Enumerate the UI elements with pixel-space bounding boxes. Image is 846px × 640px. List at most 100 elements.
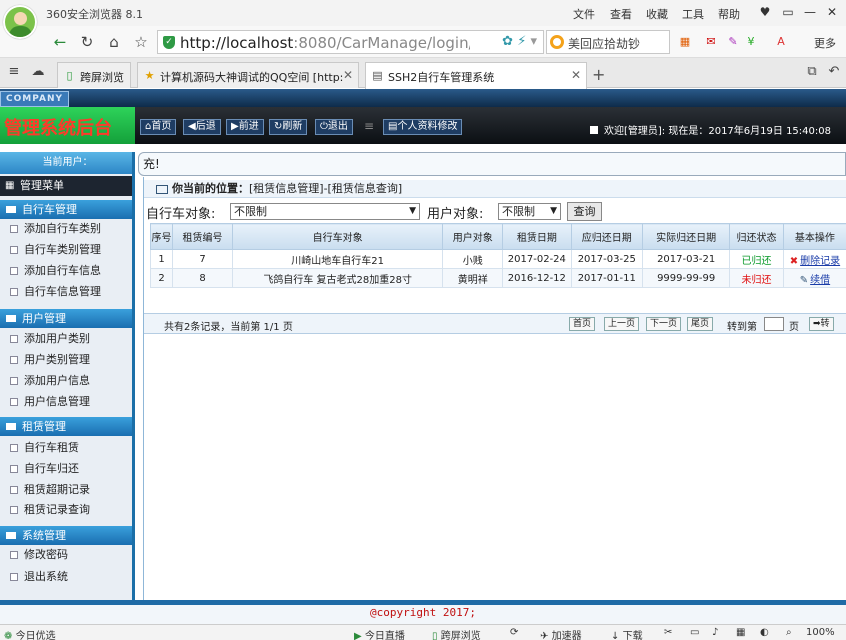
undo-close-icon[interactable]: ↶ bbox=[824, 62, 844, 82]
go-button[interactable]: ➡转 bbox=[809, 317, 834, 331]
sidebar-item-add-user-type[interactable]: 添加用户类别 bbox=[0, 329, 132, 349]
col-return-date: 实际归还日期 bbox=[641, 223, 731, 250]
close-tab-icon[interactable]: ✕ bbox=[343, 68, 353, 82]
back-button[interactable]: ◀后退 bbox=[183, 119, 221, 135]
sidebar-toggle-icon[interactable]: ≡ bbox=[4, 62, 24, 82]
sidebar-item-bike-manage[interactable]: 自行车信息管理 bbox=[0, 282, 132, 302]
delete-icon[interactable]: ✖ bbox=[790, 256, 798, 267]
sidebar-item-change-password[interactable]: 修改密码 bbox=[0, 545, 132, 565]
reload-icon[interactable]: ↻ bbox=[77, 32, 97, 52]
rental-table: 序号 租赁编号 自行车对象 用户对象 租赁日期 应归还日期 实际归还日期 归还状… bbox=[149, 223, 846, 288]
pager-info: 共有2条记录，当前第 1/1 页 bbox=[164, 322, 293, 333]
minimize-icon[interactable]: — bbox=[801, 3, 819, 21]
sidebar-item-user-manage[interactable]: 用户信息管理 bbox=[0, 392, 132, 412]
goto-page-input[interactable] bbox=[764, 317, 784, 331]
crossscreen-link[interactable]: ▯ 跨屏浏览 bbox=[432, 627, 481, 640]
restore-small-icon[interactable]: ▭ bbox=[779, 3, 797, 21]
browser-titlebar: 360安全浏览器 8.1 文件 查看 收藏 工具 帮助 ♥ ▭ — ✕ bbox=[0, 0, 846, 26]
sound-icon[interactable]: ♪ bbox=[712, 627, 718, 638]
url-text[interactable]: http://localhost:8080/CarManage/login/lo… bbox=[180, 34, 470, 52]
table-row: 1 7 川崎山地车自行车21 小贱 2017-02-24 2017-03-25 … bbox=[149, 249, 846, 269]
layout-icon[interactable]: ▭ bbox=[690, 627, 699, 638]
renew-link[interactable]: 续借 bbox=[810, 275, 830, 286]
bike-filter-select[interactable]: 不限制 ▼ bbox=[230, 203, 420, 220]
sidebar-item-rental-query[interactable]: 租赁记录查询 bbox=[0, 500, 132, 520]
sidebar-group-system[interactable]: 系统管理 bbox=[0, 526, 132, 545]
url-action-icons[interactable]: ✿ ⚡ ▾ bbox=[502, 34, 537, 49]
sidebar-item-user-type-manage[interactable]: 用户类别管理 bbox=[0, 350, 132, 370]
menu-favorites[interactable]: 收藏 bbox=[646, 6, 668, 22]
doc-icon bbox=[10, 398, 18, 406]
sidebar-item-bike-rent[interactable]: 自行车租赁 bbox=[0, 438, 132, 458]
search-box[interactable]: 美回应拾劫钞 bbox=[546, 30, 670, 54]
doc-icon bbox=[10, 506, 18, 514]
new-tab-icon[interactable]: + bbox=[592, 65, 605, 84]
grid-view-icon[interactable]: ▦ bbox=[736, 627, 745, 638]
adblock-icon[interactable]: A bbox=[772, 33, 790, 51]
edit-icon[interactable]: ✎ bbox=[800, 275, 808, 286]
breadcrumb: 你当前的位置：[租赁信息管理]-[租赁信息查询] bbox=[144, 180, 846, 198]
checkbox-icon bbox=[590, 126, 598, 134]
download-link[interactable]: ↓ 下载 bbox=[611, 627, 643, 640]
tab-qq-space[interactable]: ★ 计算机源码大神调试的QQ空间 [http: ✕ bbox=[137, 62, 359, 88]
sidebar-item-add-bike[interactable]: 添加自行车信息 bbox=[0, 261, 132, 281]
back-icon[interactable]: ← bbox=[50, 32, 70, 52]
first-page-button[interactable]: 首页 bbox=[569, 317, 596, 331]
translate-icon[interactable]: ✎ bbox=[724, 33, 742, 51]
more-button[interactable]: 更多 bbox=[814, 35, 836, 51]
cell-rent-id: 7 bbox=[172, 249, 233, 269]
menu-tools[interactable]: 工具 bbox=[682, 6, 704, 22]
home-button[interactable]: ⌂首页 bbox=[140, 119, 177, 135]
gift-icon[interactable]: ✉ bbox=[702, 33, 720, 51]
user-avatar[interactable] bbox=[3, 5, 37, 39]
logout-button[interactable]: ⏻退出 bbox=[315, 119, 353, 135]
doc-icon bbox=[10, 444, 18, 452]
daily-picks-link[interactable]: ❁ 今日优选 bbox=[4, 627, 56, 640]
night-mode-icon[interactable]: ◐ bbox=[760, 627, 769, 638]
cell-rent-date: 2017-02-24 bbox=[502, 249, 572, 269]
home-icon[interactable]: ⌂ bbox=[104, 32, 124, 52]
menu-help[interactable]: 帮助 bbox=[718, 6, 740, 22]
magnifier-icon[interactable]: ⌕ bbox=[786, 627, 792, 638]
forward-button[interactable]: ▶前进 bbox=[226, 119, 264, 135]
sidebar-group-user[interactable]: 用户管理 bbox=[0, 309, 132, 328]
address-bar[interactable]: ✓ http://localhost:8080/CarManage/login/… bbox=[157, 30, 544, 54]
accelerator-link[interactable]: ✈ 加速器 bbox=[540, 627, 582, 640]
sidebar-item-bike-return[interactable]: 自行车归还 bbox=[0, 459, 132, 479]
sidebar-item-add-bike-type[interactable]: 添加自行车类别 bbox=[0, 219, 132, 239]
restore-tab-icon[interactable]: ⧉ bbox=[802, 62, 822, 82]
security-shield-icon: ✓ bbox=[163, 36, 175, 49]
sidebar-item-bike-type-manage[interactable]: 自行车类别管理 bbox=[0, 240, 132, 260]
tab-ssh2-bike[interactable]: ▤ SSH2自行车管理系统 ✕ bbox=[365, 62, 587, 89]
tab-crossscreen[interactable]: ▯ 跨屏浏览 bbox=[57, 62, 131, 88]
sidebar-item-add-user[interactable]: 添加用户信息 bbox=[0, 371, 132, 391]
close-tab-icon[interactable]: ✕ bbox=[571, 68, 581, 82]
bookmark-star-icon[interactable]: ☆ bbox=[131, 32, 151, 52]
apps-grid-icon[interactable]: ▦ bbox=[676, 33, 694, 51]
cell-seq: 2 bbox=[149, 268, 174, 288]
search-input[interactable]: 美回应拾劫钞 bbox=[568, 35, 658, 52]
browser-title: 360安全浏览器 8.1 bbox=[46, 8, 143, 21]
close-window-icon[interactable]: ✕ bbox=[823, 3, 841, 21]
refresh-button[interactable]: ↻刷新 bbox=[269, 119, 308, 135]
query-button[interactable]: 查询 bbox=[567, 202, 602, 221]
screenshot-icon[interactable]: ✂ bbox=[664, 627, 672, 638]
sidebar-item-logout[interactable]: 退出系统 bbox=[0, 567, 132, 587]
user-filter-select[interactable]: 不限制 ▼ bbox=[498, 203, 561, 220]
money-icon[interactable]: ¥ bbox=[742, 33, 760, 51]
menu-view[interactable]: 查看 bbox=[610, 6, 632, 22]
cloud-icon[interactable]: ☁ bbox=[28, 62, 48, 82]
menu-file[interactable]: 文件 bbox=[573, 6, 595, 22]
skin-icon[interactable]: ♥ bbox=[756, 3, 774, 21]
sidebar-group-bike[interactable]: 自行车管理 bbox=[0, 200, 132, 219]
next-page-button[interactable]: 下一页 bbox=[646, 317, 682, 331]
history-icon[interactable]: ⟳ bbox=[510, 627, 518, 638]
prev-page-button[interactable]: 上一页 bbox=[604, 317, 640, 331]
live-link[interactable]: ▶ 今日直播 bbox=[354, 627, 405, 640]
sidebar-group-rental[interactable]: 租赁管理 bbox=[0, 417, 132, 436]
sidebar-item-overdue[interactable]: 租赁超期记录 bbox=[0, 480, 132, 500]
zoom-level[interactable]: 100% bbox=[806, 627, 835, 638]
last-page-button[interactable]: 尾页 bbox=[687, 317, 714, 331]
delete-record-link[interactable]: 删除记录 bbox=[800, 256, 840, 267]
edit-profile-button[interactable]: ▤个人资料修改 bbox=[383, 119, 463, 135]
